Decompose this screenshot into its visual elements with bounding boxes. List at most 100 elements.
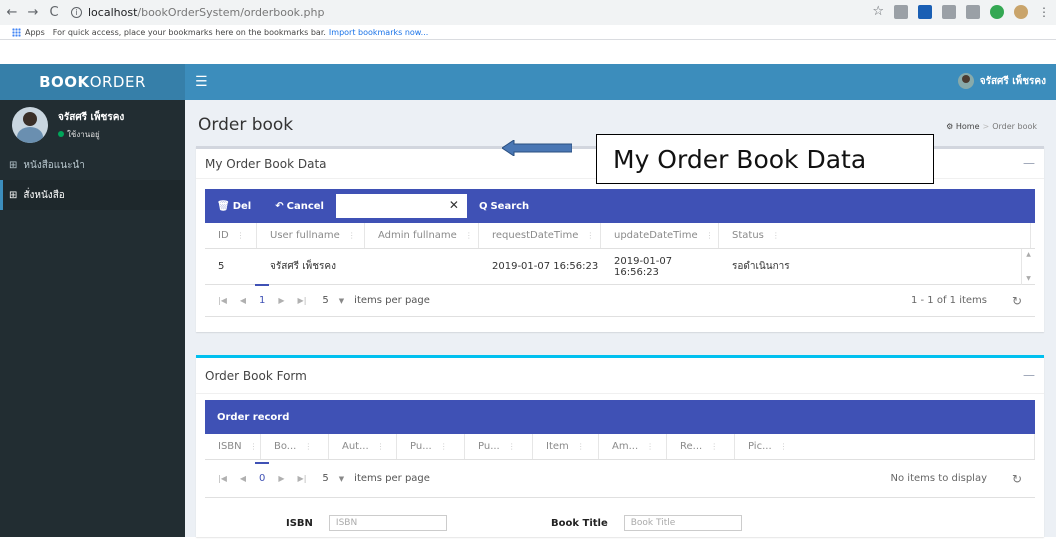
page-number[interactable]: 0 (254, 462, 270, 484)
column-menu-icon[interactable]: ⋮ (348, 231, 356, 240)
isbn-field[interactable]: ISBN (328, 515, 447, 531)
search-input[interactable]: ✕ (335, 194, 467, 218)
column-header-pub-year[interactable]: Pu... ⋮ (465, 434, 533, 459)
sidebar: จรัสศรี เพ็ชรคง ใช้งานอยู่ ⊞ หนังสือแนะน… (0, 100, 185, 537)
cell-id: 5 (218, 261, 225, 272)
cancel-button[interactable]: ↶ Cancel (263, 201, 336, 212)
green-ext-icon[interactable] (990, 4, 1004, 19)
prev-page-icon[interactable]: ◀ (240, 296, 246, 305)
refresh-icon[interactable]: ↻ (1012, 472, 1022, 486)
column-menu-icon[interactable]: ⋮ (706, 231, 714, 240)
collapse-icon[interactable]: — (1023, 368, 1035, 382)
info-icon[interactable]: i (71, 7, 82, 18)
page-number[interactable]: 1 (254, 284, 270, 306)
column-header-status[interactable]: Status ⋮ (719, 223, 1031, 248)
apps-label[interactable]: Apps (25, 28, 45, 37)
table-icon: ⊞ (9, 189, 18, 201)
annotation-arrow-icon (502, 140, 572, 156)
dashboard-icon: ⚙ (946, 122, 954, 131)
column-label: Aut... (342, 441, 369, 452)
column-menu-icon[interactable]: ⋮ (710, 442, 718, 451)
reload-icon[interactable]: C (45, 5, 63, 20)
bookmarks-bar: Apps For quick access, place your bookma… (0, 25, 1056, 40)
grid-toolbar: 🗑 Del ↶ Cancel ✕ Q Search (205, 189, 1035, 223)
column-menu-icon[interactable]: ⋮ (465, 231, 473, 240)
address-bar[interactable]: i localhost/bookOrderSystem/orderbook.ph… (71, 6, 324, 19)
hamburger-menu-icon[interactable]: ☰ (195, 74, 208, 90)
url-host: localhost (88, 6, 138, 19)
user-panel: จรัสศรี เพ็ชรคง ใช้งานอยู่ (0, 100, 185, 150)
column-menu-icon[interactable]: ⋮ (780, 442, 788, 451)
next-page-icon[interactable]: ▶ (278, 296, 284, 305)
column-header-item[interactable]: Item ⋮ (533, 434, 599, 459)
logo-rest: ORDER (89, 73, 146, 91)
refresh-icon[interactable]: ↻ (1012, 294, 1022, 308)
column-header-author[interactable]: Aut... ⋮ (329, 434, 397, 459)
sidebar-avatar (12, 107, 48, 143)
star-icon[interactable]: ☆ (872, 4, 884, 19)
search-button[interactable]: Q Search (467, 201, 541, 212)
breadcrumb-current: Order book (992, 122, 1037, 131)
column-menu-icon[interactable]: ⋮ (237, 231, 245, 240)
user-menu[interactable]: จรัสศรี เพ็ชรคง (957, 73, 1046, 89)
back-icon[interactable]: ← (3, 5, 21, 20)
import-bookmarks-link[interactable]: Import bookmarks now... (329, 28, 428, 37)
column-header-admin[interactable]: Admin fullname ⋮ (365, 223, 479, 248)
app-header: BOOK ORDER ☰ จรัสศรี เพ็ชรคง (0, 64, 1056, 100)
column-menu-icon[interactable]: ⋮ (646, 442, 654, 451)
breadcrumb-home[interactable]: Home (956, 122, 980, 131)
breadcrumb: ⚙ Home > Order book (946, 122, 1037, 131)
chevron-down-icon[interactable]: ▼ (339, 297, 344, 305)
mail-ext-icon[interactable] (942, 4, 956, 19)
column-header-id[interactable]: ID ⋮ (205, 223, 257, 248)
clear-icon[interactable]: ✕ (449, 198, 459, 212)
column-menu-icon[interactable]: ⋮ (772, 231, 780, 240)
app-logo[interactable]: BOOK ORDER (0, 64, 185, 100)
url-path: /bookOrderSystem/orderbook.php (137, 6, 325, 19)
forward-icon[interactable]: → (24, 5, 42, 20)
next-page-icon[interactable]: ▶ (278, 474, 284, 483)
gmail-ext-icon[interactable] (894, 4, 908, 19)
column-header-update[interactable]: updateDateTime ⋮ (601, 223, 719, 248)
column-header-amount[interactable]: Am... ⋮ (599, 434, 667, 459)
column-menu-icon[interactable]: ⋮ (250, 442, 258, 451)
column-header-request[interactable]: requestDateTime ⋮ (479, 223, 601, 248)
order-record-button[interactable]: Order record (205, 412, 301, 423)
sidebar-item-recommended[interactable]: ⊞ หนังสือแนะนำ (0, 150, 185, 180)
page-size-label: items per page (354, 295, 430, 306)
page-size-select[interactable]: 5 (322, 473, 328, 484)
prev-page-icon[interactable]: ◀ (240, 474, 246, 483)
column-menu-icon[interactable]: ⋮ (377, 442, 385, 451)
vertical-scrollbar[interactable]: ▲ ▼ (1021, 249, 1035, 285)
last-page-icon[interactable]: ▶| (298, 296, 307, 305)
collapse-icon[interactable]: — (1023, 156, 1035, 170)
page-size-select[interactable]: 5 (322, 295, 328, 306)
column-label: requestDateTime (492, 230, 579, 241)
column-menu-icon[interactable]: ⋮ (304, 442, 312, 451)
sidebar-item-order[interactable]: ⊞ สั่งหนังสือ (0, 180, 185, 210)
chevron-down-icon[interactable]: ▼ (339, 475, 344, 483)
column-menu-icon[interactable]: ⋮ (508, 442, 516, 451)
menu-dots-icon[interactable]: ⋮ (1038, 5, 1050, 19)
last-page-icon[interactable]: ▶| (298, 474, 307, 483)
column-header-remark[interactable]: Re... ⋮ (667, 434, 735, 459)
column-header-isbn[interactable]: ISBN ⋮ (205, 434, 261, 459)
column-menu-icon[interactable]: ⋮ (577, 442, 585, 451)
apps-icon[interactable] (12, 27, 21, 37)
delete-button[interactable]: 🗑 Del (205, 201, 263, 212)
column-header-user[interactable]: User fullname ⋮ (257, 223, 365, 248)
column-menu-icon[interactable]: ⋮ (586, 231, 594, 240)
column-header-publisher[interactable]: Pu... ⋮ (397, 434, 465, 459)
blue-ext-icon[interactable] (918, 4, 932, 19)
first-page-icon[interactable]: |◀ (218, 474, 227, 483)
column-menu-icon[interactable]: ⋮ (440, 442, 448, 451)
book-title-field[interactable]: Book Title (623, 515, 742, 531)
column-label: Pu... (478, 441, 500, 452)
table-row[interactable]: 5 จรัสศรี เพ็ชรคง 2019-01-07 16:56:23 20… (205, 249, 1035, 285)
pocket-ext-icon[interactable] (966, 4, 980, 19)
column-header-picture[interactable]: Pic... ⋮ (735, 434, 1035, 459)
first-page-icon[interactable]: |◀ (218, 296, 227, 305)
profile-icon[interactable] (1014, 4, 1028, 19)
column-header-book[interactable]: Bo... ⋮ (261, 434, 329, 459)
column-label: Item (546, 441, 569, 452)
